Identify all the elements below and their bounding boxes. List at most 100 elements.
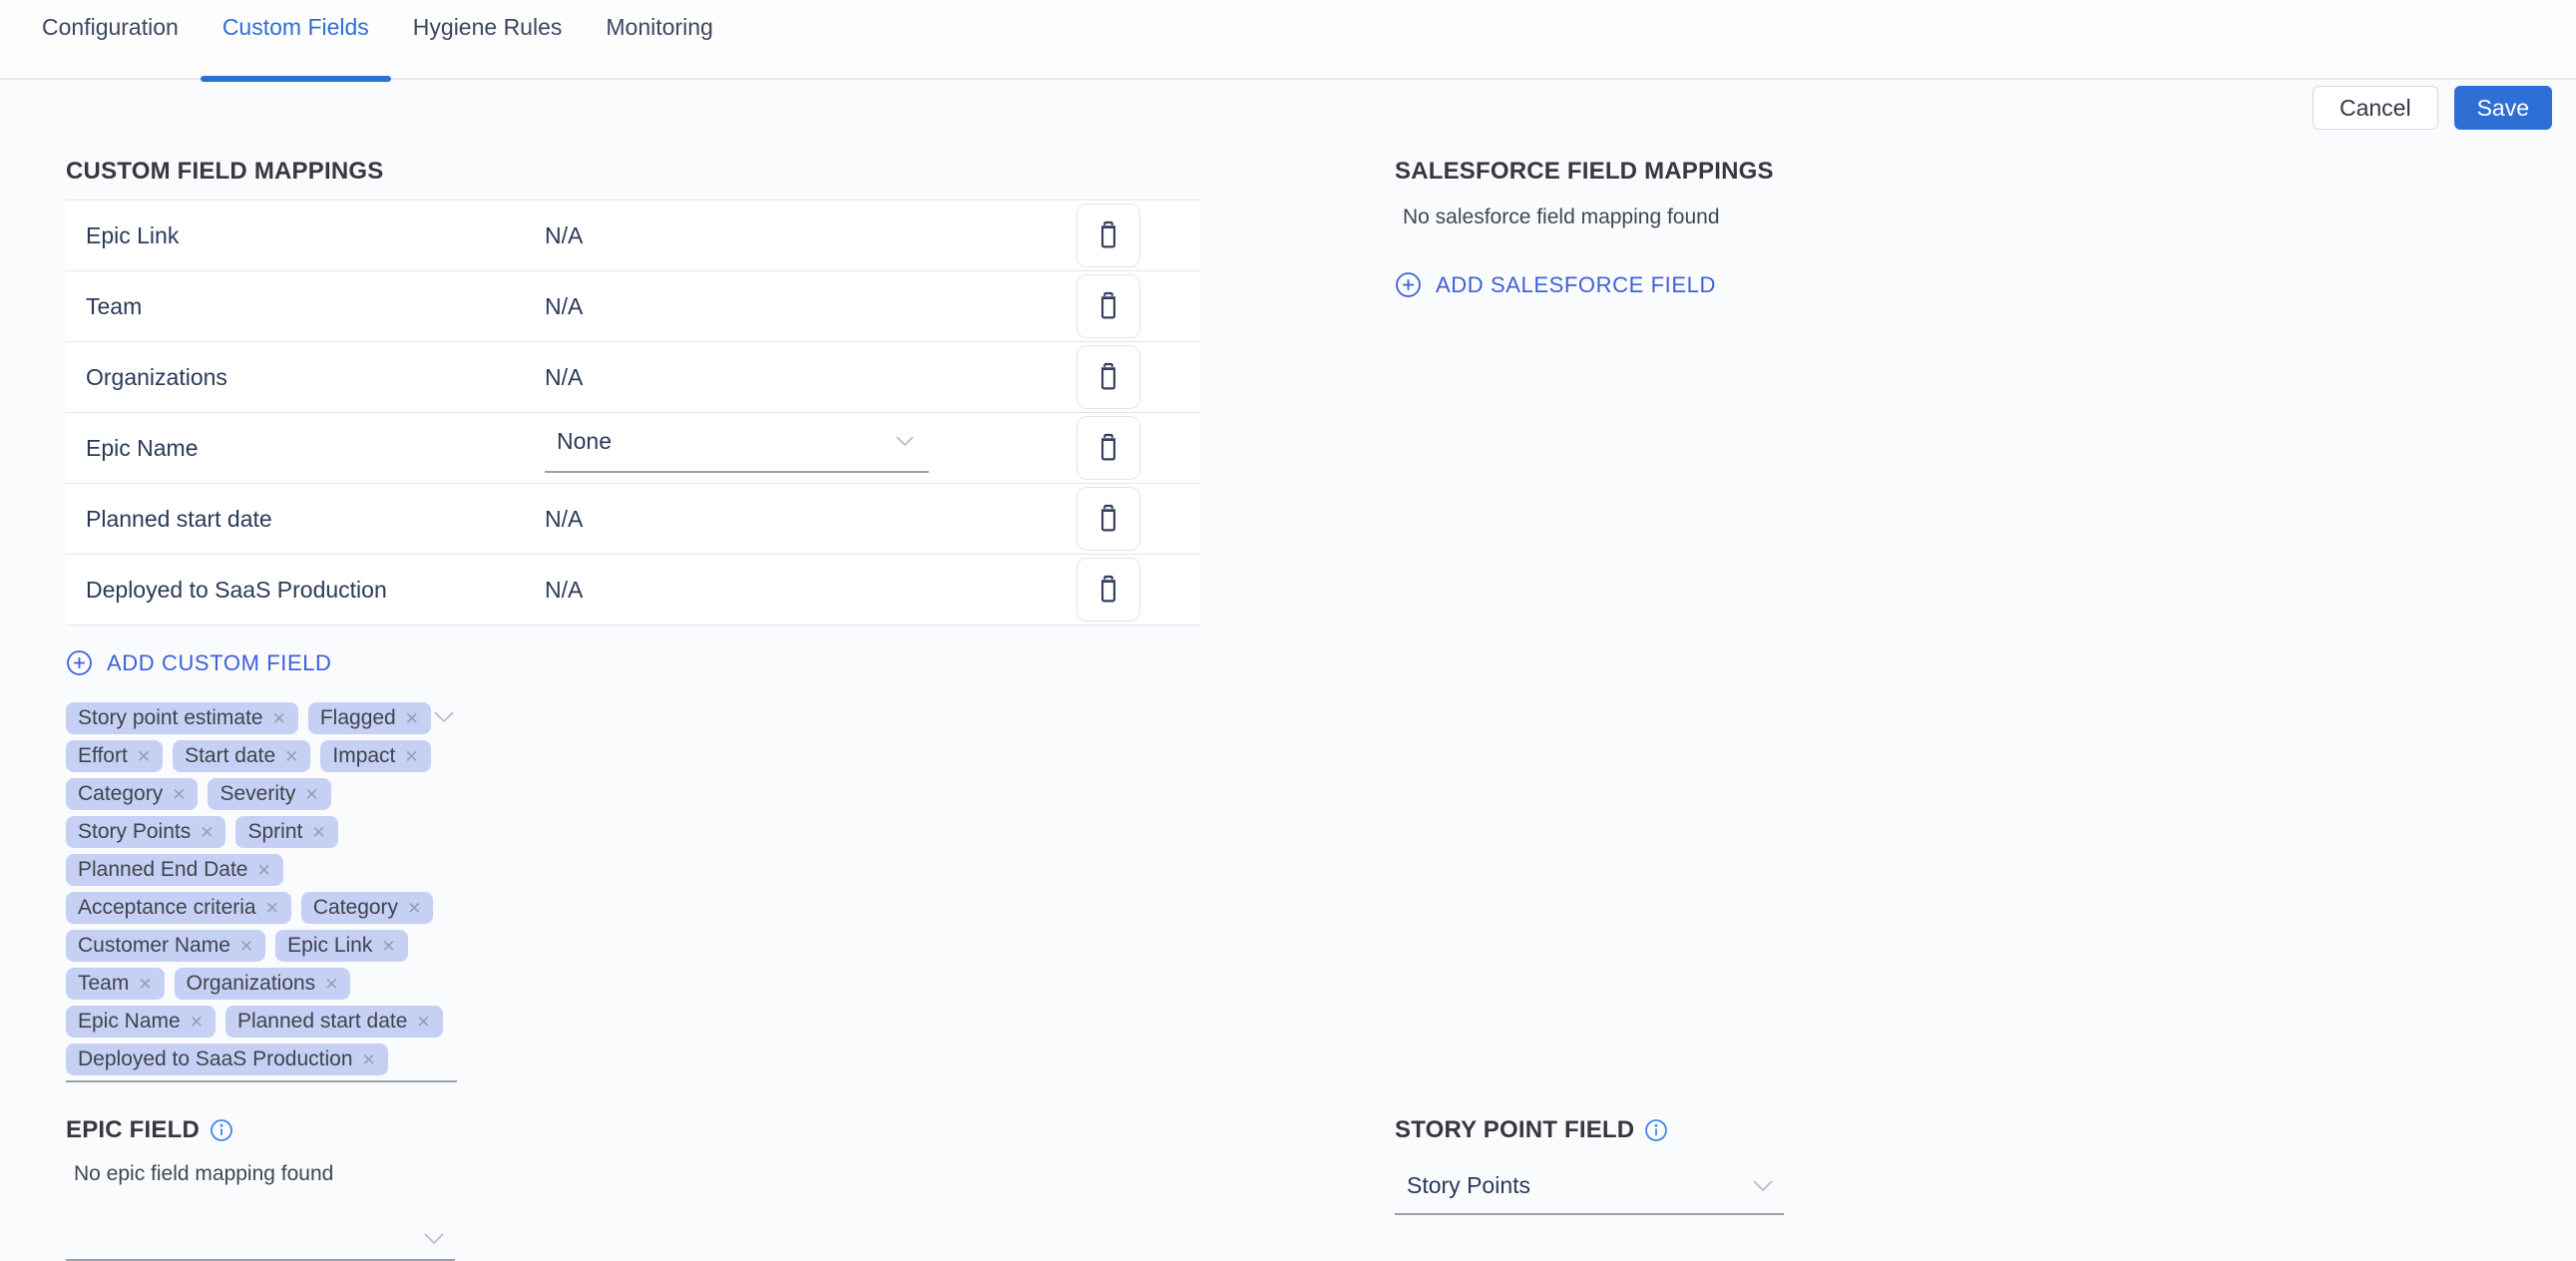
- save-button[interactable]: Save: [2454, 86, 2552, 130]
- story-point-field-section: STORY POINT FIELD Story Points: [1395, 1116, 2510, 1261]
- chip-close-icon[interactable]: ✕: [265, 900, 279, 917]
- chip-close-icon[interactable]: ✕: [190, 1014, 204, 1031]
- tab-configuration[interactable]: Configuration: [20, 0, 201, 80]
- chip-close-icon[interactable]: ✕: [272, 710, 286, 727]
- chip-label: Sprint: [247, 820, 302, 844]
- chip-list: Story point estimate✕ Flagged✕ Effort✕ S…: [66, 702, 457, 1075]
- field-value: N/A: [545, 364, 1076, 391]
- chip-label: Story point estimate: [78, 706, 263, 730]
- field-name: Team: [86, 293, 545, 320]
- field-value: N/A: [545, 293, 1076, 320]
- chip: Acceptance criteria ✕: [66, 892, 291, 924]
- field-name: Planned start date: [86, 506, 545, 533]
- chip: Category✕: [301, 892, 433, 924]
- chip-label: Story Points: [78, 820, 191, 844]
- chip: Story point estimate ✕: [66, 702, 298, 734]
- tab-custom-fields[interactable]: Custom Fields: [201, 0, 391, 80]
- chip-label: Planned start date: [237, 1010, 407, 1034]
- cancel-button[interactable]: Cancel: [2313, 86, 2438, 130]
- chip: Severity ✕: [208, 778, 330, 810]
- chip-close-icon[interactable]: ✕: [304, 786, 318, 803]
- custom-field-mappings-title: CUSTOM FIELD MAPPINGS: [66, 158, 1200, 186]
- table-row: Epic Link N/A: [66, 201, 1200, 271]
- main-content: CUSTOM FIELD MAPPINGS Epic Link N/A Team…: [0, 158, 2576, 1261]
- table-row: Deployed to SaaS Production N/A: [66, 555, 1200, 626]
- field-name: Deployed to SaaS Production: [86, 577, 545, 604]
- chip: Story Points ✕: [66, 816, 225, 848]
- delete-field-button[interactable]: [1076, 204, 1140, 267]
- chip-close-icon[interactable]: ✕: [200, 824, 214, 841]
- epic-field-title-text: EPIC FIELD: [66, 1116, 200, 1144]
- chip-label: Epic Name: [78, 1010, 181, 1034]
- custom-fields-multiselect[interactable]: Story point estimate✕ Flagged✕ Effort✕ S…: [66, 702, 457, 1082]
- trash-icon: [1095, 291, 1121, 321]
- chip-label: Effort: [78, 744, 128, 768]
- chip-close-icon[interactable]: ✕: [172, 786, 186, 803]
- chip-close-icon[interactable]: ✕: [405, 710, 419, 727]
- delete-field-button[interactable]: [1076, 558, 1140, 622]
- info-icon[interactable]: [210, 1118, 233, 1142]
- chip-label: Organizations: [187, 972, 316, 996]
- epic-field-section: EPIC FIELD No epic field mapping found: [66, 1116, 1200, 1261]
- field-name: Epic Link: [86, 222, 545, 249]
- add-salesforce-field-label: ADD SALESFORCE FIELD: [1436, 272, 1716, 298]
- add-salesforce-field-button[interactable]: ADD SALESFORCE FIELD: [1395, 271, 1716, 298]
- custom-field-mappings-section: CUSTOM FIELD MAPPINGS Epic Link N/A Team…: [66, 158, 1200, 1082]
- epic-field-select[interactable]: [66, 1206, 455, 1261]
- delete-field-button[interactable]: [1076, 345, 1140, 409]
- chip-label: Category: [78, 782, 163, 806]
- table-row: Organizations N/A: [66, 342, 1200, 413]
- chip: Customer Name ✕: [66, 930, 265, 962]
- chip: Sprint ✕: [235, 816, 337, 848]
- chip-label: Acceptance criteria: [78, 896, 256, 920]
- trash-icon: [1095, 575, 1121, 605]
- select-value: None: [557, 428, 612, 455]
- add-custom-field-button[interactable]: ADD CUSTOM FIELD: [66, 649, 332, 676]
- chip-close-icon[interactable]: ✕: [284, 748, 298, 765]
- info-icon[interactable]: [1644, 1118, 1668, 1142]
- chip: Impact ✕: [320, 740, 430, 772]
- chip-close-icon[interactable]: ✕: [362, 1051, 376, 1068]
- chip-close-icon[interactable]: ✕: [407, 900, 421, 917]
- custom-field-mappings-table: Epic Link N/A Team N/A Organizat: [66, 200, 1200, 626]
- chip-close-icon[interactable]: ✕: [381, 938, 395, 955]
- trash-icon: [1095, 362, 1121, 392]
- tab-hygiene-rules[interactable]: Hygiene Rules: [391, 0, 585, 80]
- delete-field-button[interactable]: [1076, 274, 1140, 338]
- delete-field-button[interactable]: [1076, 487, 1140, 551]
- select-value: Story Points: [1407, 1172, 1530, 1199]
- story-point-field-select[interactable]: Story Points: [1395, 1164, 1784, 1215]
- chip-close-icon[interactable]: ✕: [137, 748, 151, 765]
- chip-close-icon[interactable]: ✕: [324, 976, 338, 993]
- chevron-down-icon: [895, 435, 915, 447]
- salesforce-field-mappings-title: SALESFORCE FIELD MAPPINGS: [1395, 158, 2510, 186]
- chip-close-icon[interactable]: ✕: [256, 862, 270, 879]
- chip-close-icon[interactable]: ✕: [239, 938, 253, 955]
- trash-icon: [1095, 433, 1121, 463]
- chip-label: Impact: [332, 744, 395, 768]
- chip-label: Customer Name: [78, 934, 230, 958]
- chip-close-icon[interactable]: ✕: [404, 748, 418, 765]
- chip-label: Severity: [219, 782, 295, 806]
- field-name: Epic Name: [86, 435, 545, 462]
- chip-close-icon[interactable]: ✕: [416, 1014, 430, 1031]
- salesforce-empty-text: No salesforce field mapping found: [1395, 206, 2510, 229]
- tab-monitoring[interactable]: Monitoring: [584, 0, 734, 80]
- chip: Team✕: [66, 968, 165, 1000]
- chip-close-icon[interactable]: ✕: [138, 976, 152, 993]
- action-bar: Cancel Save: [0, 86, 2576, 130]
- story-point-field-title: STORY POINT FIELD: [1395, 1116, 2510, 1144]
- field-value: N/A: [545, 222, 1076, 249]
- chip-label: Start date: [185, 744, 275, 768]
- chevron-down-icon: [1752, 1179, 1774, 1192]
- field-value: N/A: [545, 577, 1076, 604]
- chip: Category ✕: [66, 778, 198, 810]
- chevron-down-icon[interactable]: [433, 710, 455, 723]
- chip-close-icon[interactable]: ✕: [311, 824, 325, 841]
- table-row: Planned start date N/A: [66, 484, 1200, 555]
- trash-icon: [1095, 220, 1121, 250]
- chip: Planned End Date✕: [66, 854, 283, 886]
- field-value-select[interactable]: None: [545, 424, 929, 473]
- delete-field-button[interactable]: [1076, 416, 1140, 480]
- epic-field-empty-text: No epic field mapping found: [66, 1162, 1200, 1186]
